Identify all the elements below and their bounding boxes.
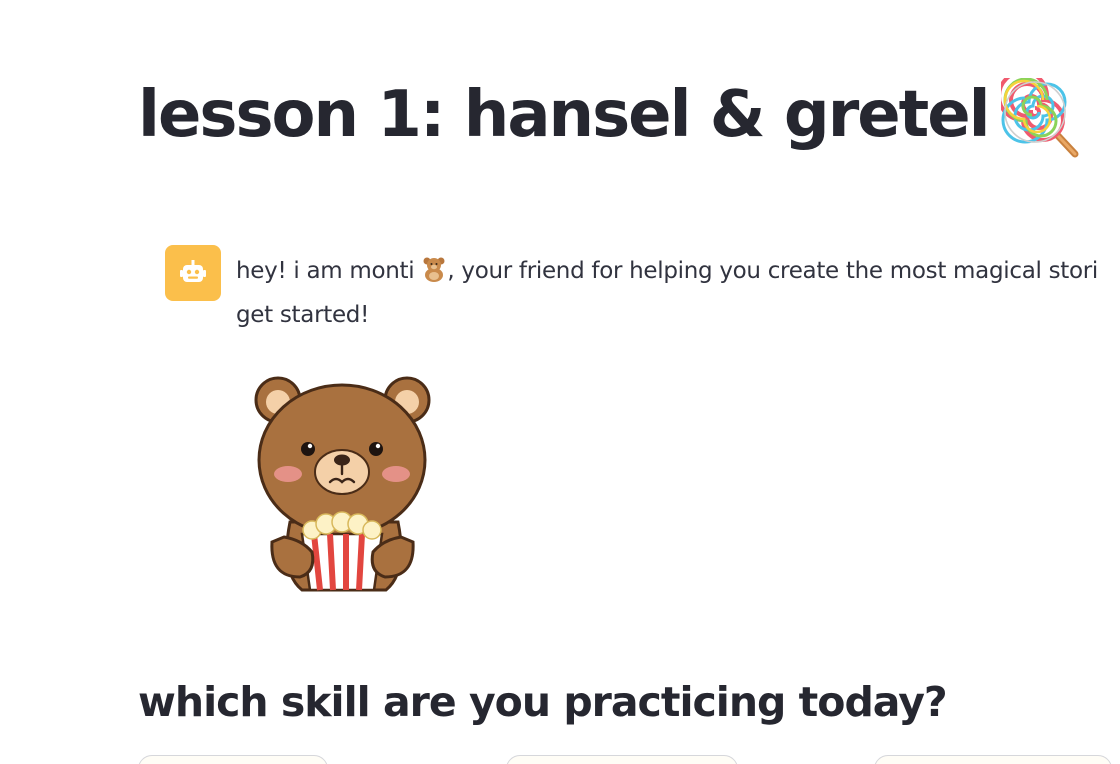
- bear-popcorn-image: [254, 376, 431, 592]
- robot-icon: [180, 260, 206, 282]
- lollipop-icon: [1000, 78, 1079, 158]
- page-title: lesson 1: hansel & gretel: [138, 70, 1081, 160]
- skill-question-heading: which skill are you practicing today?: [138, 678, 948, 726]
- message-line-2: get started!: [236, 302, 370, 328]
- skill-options: [138, 755, 1120, 764]
- skill-option-button[interactable]: [874, 755, 1112, 764]
- teddy-bear-icon: [423, 257, 445, 282]
- message-text-part1: hey! i am monti: [236, 258, 415, 284]
- assistant-message-text: hey! i am monti , your friend for helpin…: [236, 249, 1120, 337]
- skill-option-button[interactable]: [506, 755, 738, 764]
- assistant-avatar: [165, 245, 221, 301]
- skill-option-button[interactable]: [138, 755, 328, 764]
- page-title-text: lesson 1: hansel & gretel: [138, 78, 991, 152]
- message-line-1: hey! i am monti , your friend for helpin…: [236, 249, 1120, 293]
- app-page: lesson 1: hansel & gretel hey! i am mont…: [0, 0, 1120, 764]
- message-text-part2: , your friend for helping you create the…: [447, 258, 1099, 284]
